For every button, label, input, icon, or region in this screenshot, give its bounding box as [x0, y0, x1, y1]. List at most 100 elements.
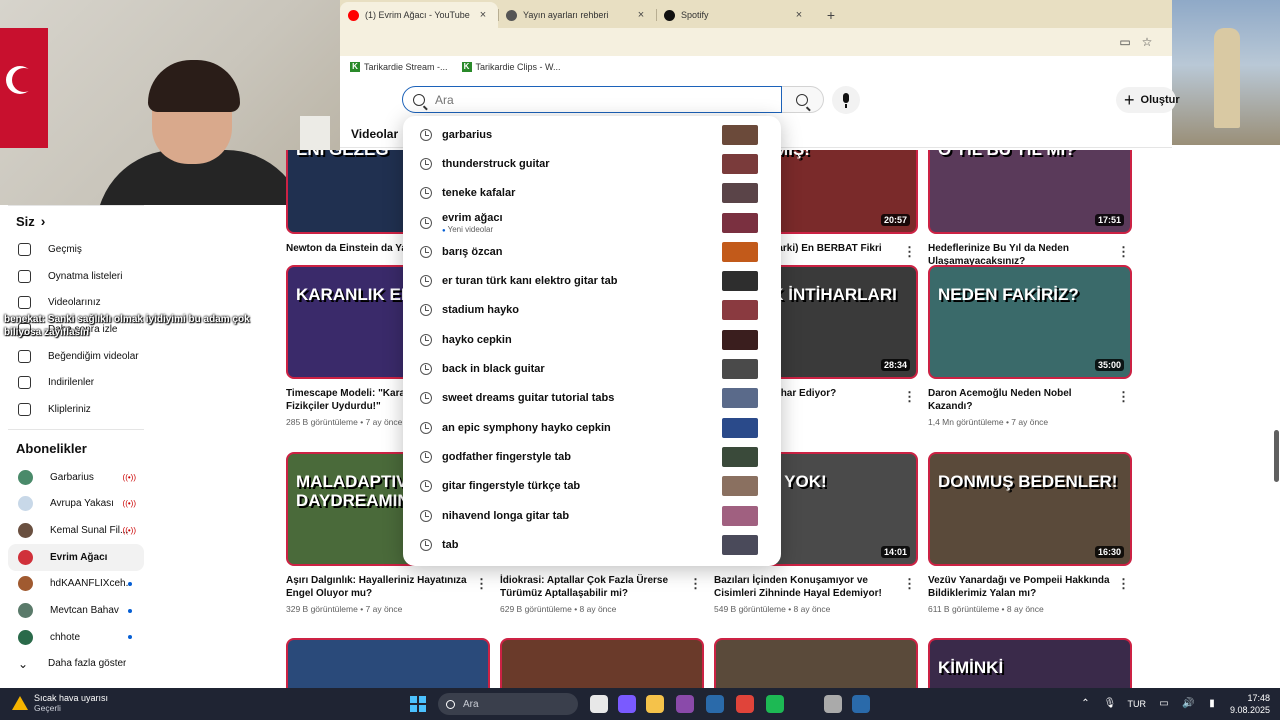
- search-suggestion[interactable]: an epic symphony hayko cepkin: [403, 413, 781, 442]
- video-card[interactable]: [500, 638, 704, 690]
- taskbar-app-icon[interactable]: [766, 695, 784, 713]
- more-options-icon[interactable]: ⋮: [903, 576, 916, 592]
- language-indicator[interactable]: TUR: [1127, 699, 1146, 709]
- voice-search-button[interactable]: [832, 86, 860, 114]
- star-icon[interactable]: ☆: [1140, 35, 1154, 49]
- search-suggestion[interactable]: godfather fingerstyle tab: [403, 442, 781, 471]
- video-title[interactable]: Bazıları İçinden Konuşamıyor ve Cisimler…: [714, 574, 900, 600]
- video-thumbnail[interactable]: DONMUŞ BEDENLER! 16:30: [928, 452, 1132, 566]
- search-suggestion[interactable]: back in black guitar: [403, 354, 781, 383]
- video-duration: 20:57: [880, 214, 910, 226]
- video-card[interactable]: NEDEN FAKİRİZ? 35:00 Daron Acemoğlu Neden …: [928, 265, 1132, 427]
- taskbar-app-icon[interactable]: [590, 695, 608, 713]
- search-suggestion[interactable]: teneke kafalar: [403, 179, 781, 208]
- sidebar-item[interactable]: Klipleriniz: [0, 396, 152, 423]
- search-button[interactable]: [782, 86, 824, 113]
- video-thumbnail[interactable]: O YIL BU YIL MI?17:51: [928, 150, 1132, 234]
- taskbar-app-icon[interactable]: [736, 695, 754, 713]
- subscription-item[interactable]: Avrupa Yakası ((•)): [0, 491, 152, 518]
- live-icon: ((•)): [122, 472, 136, 482]
- video-card[interactable]: KİMİNKİ: [928, 638, 1132, 690]
- more-options-icon[interactable]: ⋮: [475, 576, 488, 592]
- display-icon[interactable]: ▭: [1158, 698, 1170, 710]
- search-box[interactable]: [402, 86, 782, 113]
- subscription-item[interactable]: hdKAANFLIXceh...: [0, 571, 152, 598]
- video-title[interactable]: Vezüv Yanardağı ve Pompeii Hakkında Bild…: [928, 574, 1114, 600]
- subscription-item[interactable]: Kemal Sunal Fil... ((•)): [0, 517, 152, 544]
- video-card[interactable]: O YIL BU YIL MI?17:51Hedeflerinize Bu Yı…: [928, 150, 1132, 282]
- suggestion-thumbnail: [722, 417, 758, 438]
- plus-icon: +: [1124, 90, 1135, 110]
- sidebar-item[interactable]: İndirilenler: [0, 369, 152, 396]
- show-more-button[interactable]: ⌄ Daha fazla göster: [0, 651, 152, 678]
- taskbar-app-icon[interactable]: [646, 695, 664, 713]
- chip-videos[interactable]: Videolar: [351, 127, 398, 141]
- subscription-item[interactable]: Mevtcan Bahav: [0, 597, 152, 624]
- more-options-icon[interactable]: ⋮: [689, 576, 702, 592]
- create-button[interactable]: + Oluştur: [1116, 87, 1180, 113]
- history-icon: [420, 157, 432, 170]
- search-suggestion[interactable]: nihavend longa gitar tab: [403, 501, 781, 530]
- sidebar-you-header[interactable]: Siz ›: [0, 206, 152, 236]
- subscription-item[interactable]: chhote: [0, 624, 152, 651]
- page-scrollbar[interactable]: [1274, 430, 1279, 482]
- speaker-icon[interactable]: 🔊: [1182, 698, 1194, 710]
- taskbar-app-icon[interactable]: [676, 695, 694, 713]
- browser-tab[interactable]: Spotify ×: [656, 2, 814, 28]
- close-tab-icon[interactable]: ×: [634, 9, 648, 21]
- close-tab-icon[interactable]: ×: [792, 9, 806, 21]
- bookmark-item[interactable]: K Tarikardie Stream -...: [350, 62, 448, 72]
- chevron-up-icon[interactable]: ⌃: [1079, 698, 1091, 710]
- search-suggestion[interactable]: sweet dreams guitar tutorial tabs: [403, 384, 781, 413]
- suggestion-thumbnail: [722, 153, 758, 174]
- search-suggestion[interactable]: gitar fingerstyle türkçe tab: [403, 472, 781, 501]
- video-card[interactable]: DONMUŞ BEDENLER! 16:30 Vezüv Yanardağı ve …: [928, 452, 1132, 614]
- battery-icon[interactable]: ▮: [1206, 698, 1218, 710]
- search-suggestion[interactable]: garbarius: [403, 120, 781, 149]
- close-tab-icon[interactable]: ×: [476, 9, 490, 21]
- search-suggestion[interactable]: barış özcan: [403, 237, 781, 266]
- video-thumbnail[interactable]: [286, 638, 490, 690]
- start-button[interactable]: [410, 696, 426, 712]
- search-suggestion[interactable]: thunderstruck guitar: [403, 149, 781, 178]
- new-tab-button[interactable]: +: [820, 4, 842, 26]
- more-options-icon[interactable]: ⋮: [1117, 389, 1130, 405]
- browser-tab[interactable]: Yayın ayarları rehberi ×: [498, 2, 656, 28]
- video-thumbnail[interactable]: NEDEN FAKİRİZ? 35:00: [928, 265, 1132, 379]
- video-thumbnail[interactable]: KİMİNKİ: [928, 638, 1132, 690]
- search-input[interactable]: [435, 92, 735, 107]
- subscription-item[interactable]: Evrim Ağacı: [8, 543, 144, 571]
- search-suggestion[interactable]: stadium hayko: [403, 296, 781, 325]
- search-suggestion[interactable]: hayko cepkin: [403, 325, 781, 354]
- sidebar-item[interactable]: Geçmiş: [0, 236, 152, 263]
- bookmark-item[interactable]: K Tarikardie Clips - W...: [461, 62, 561, 72]
- video-thumbnail[interactable]: [500, 638, 704, 690]
- taskbar-app-icon[interactable]: [618, 695, 636, 713]
- video-card[interactable]: [714, 638, 918, 690]
- clock[interactable]: 17:48 9.08.2025: [1230, 692, 1270, 716]
- weather-widget[interactable]: Sıcak hava uyarısı Geçerli: [12, 693, 108, 713]
- video-title[interactable]: Daron Acemoğlu Neden Nobel Kazandı?: [928, 387, 1114, 413]
- taskbar-search[interactable]: Ara: [438, 693, 578, 715]
- video-card[interactable]: [286, 638, 490, 690]
- browser-tab[interactable]: (1) Evrim Ağacı - YouTube ×: [340, 2, 498, 28]
- more-options-icon[interactable]: ⋮: [903, 244, 916, 260]
- sidebar-item[interactable]: Beğendiğim videolar: [0, 343, 152, 370]
- search-suggestion[interactable]: er turan türk kanı elektro gitar tab: [403, 266, 781, 295]
- sidebar-item[interactable]: Oynatma listeleri: [0, 263, 152, 290]
- search-suggestion[interactable]: evrim ağacıYeni videolar: [403, 208, 781, 237]
- taskbar-app-icon[interactable]: [824, 695, 842, 713]
- more-options-icon[interactable]: ⋮: [903, 389, 916, 405]
- video-title[interactable]: İdiokrasi: Aptallar Çok Fazla Ürerse Tür…: [500, 574, 686, 600]
- video-title[interactable]: Aşırı Dalgınlık: Hayalleriniz Hayatınıza…: [286, 574, 472, 600]
- more-options-icon[interactable]: ⋮: [1117, 576, 1130, 592]
- subscription-item[interactable]: Garbarius ((•)): [0, 464, 152, 491]
- video-thumbnail[interactable]: [714, 638, 918, 690]
- taskbar-app-icon[interactable]: [706, 695, 724, 713]
- taskbar-app-icon[interactable]: [852, 695, 870, 713]
- microphone-icon[interactable]: 🎙: [1103, 698, 1116, 710]
- more-options-icon[interactable]: ⋮: [1117, 244, 1130, 260]
- scissors-icon: [18, 402, 31, 416]
- cast-icon[interactable]: ▭: [1118, 35, 1132, 49]
- search-suggestion[interactable]: tab: [403, 530, 781, 559]
